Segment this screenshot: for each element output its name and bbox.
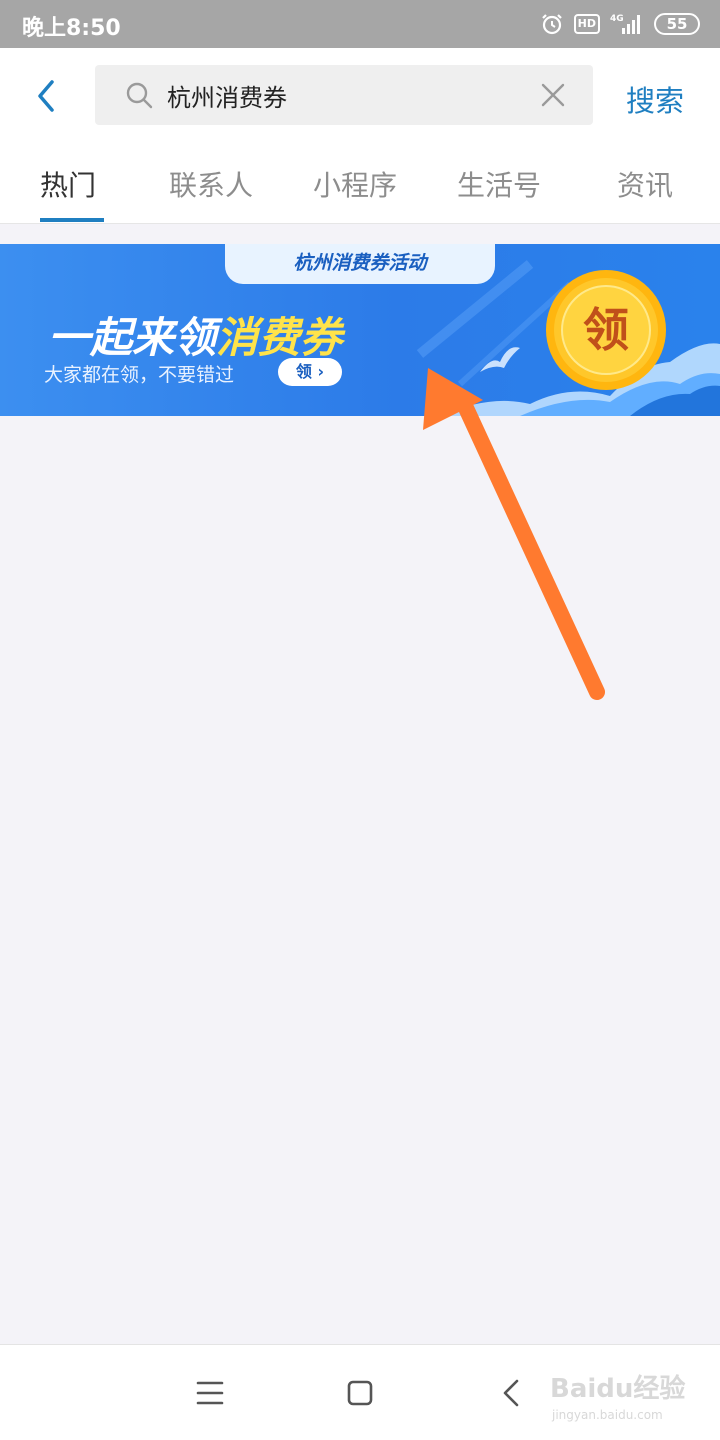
claim-pill-button[interactable]: 领 › bbox=[278, 358, 342, 386]
banner-title: 一起来领消费券 bbox=[48, 304, 342, 365]
watermark-url: jingyan.baidu.com bbox=[551, 1408, 663, 1422]
search-header: 搜索 bbox=[0, 48, 720, 144]
tab-contacts[interactable]: 联系人 bbox=[169, 164, 253, 204]
banner-title-part1: 一起来领 bbox=[48, 313, 217, 362]
network-type: 4G bbox=[610, 14, 624, 24]
chevron-right-icon: › bbox=[311, 362, 325, 381]
tab-hot[interactable]: 热门 bbox=[40, 164, 96, 204]
banner-title-part2: 消费券 bbox=[216, 313, 343, 362]
close-icon[interactable] bbox=[539, 81, 567, 109]
search-icon bbox=[126, 82, 153, 109]
tab-life-accounts[interactable]: 生活号 bbox=[457, 164, 541, 204]
baidu-watermark: Baidu经验 jingyan.baidu.com bbox=[550, 1373, 685, 1422]
search-box[interactable] bbox=[95, 65, 593, 125]
coupon-banner[interactable]: 杭州消费券活动 一起来领消费券 大家都在领，不要错过 领 › 领 bbox=[0, 244, 720, 416]
battery-icon: 55 bbox=[654, 13, 700, 35]
menu-icon[interactable] bbox=[190, 1373, 230, 1413]
search-button[interactable]: 搜索 bbox=[626, 78, 684, 120]
coin-label: 领 bbox=[583, 303, 629, 357]
status-icons: HD 4G 55 bbox=[540, 10, 700, 38]
tab-news[interactable]: 资讯 bbox=[617, 164, 673, 204]
search-input[interactable] bbox=[167, 65, 527, 125]
home-square-icon[interactable] bbox=[340, 1373, 380, 1413]
chevron-left-icon[interactable] bbox=[24, 72, 68, 120]
hd-badge: HD bbox=[573, 14, 600, 34]
status-bar: 晚上8:50 HD 4G 55 bbox=[0, 0, 720, 48]
banner-subtitle: 大家都在领，不要错过 bbox=[44, 364, 235, 386]
tab-indicator bbox=[40, 218, 104, 222]
watermark-brand: Baidu经验 bbox=[550, 1373, 685, 1404]
banner-tag: 杭州消费券活动 bbox=[225, 244, 495, 284]
back-chevron-icon[interactable] bbox=[492, 1373, 532, 1413]
system-nav-bar: Baidu经验 jingyan.baidu.com bbox=[0, 1344, 720, 1440]
status-time: 晚上8:50 bbox=[22, 16, 121, 41]
tab-mini-programs[interactable]: 小程序 bbox=[313, 164, 397, 204]
signal-icon: 4G bbox=[610, 14, 640, 34]
banner-tag-text: 杭州消费券活动 bbox=[293, 252, 427, 274]
claim-pill-label: 领 bbox=[295, 362, 312, 381]
tab-bar: 热门 联系人 小程序 生活号 资讯 bbox=[0, 144, 720, 224]
alarm-icon bbox=[541, 14, 562, 35]
